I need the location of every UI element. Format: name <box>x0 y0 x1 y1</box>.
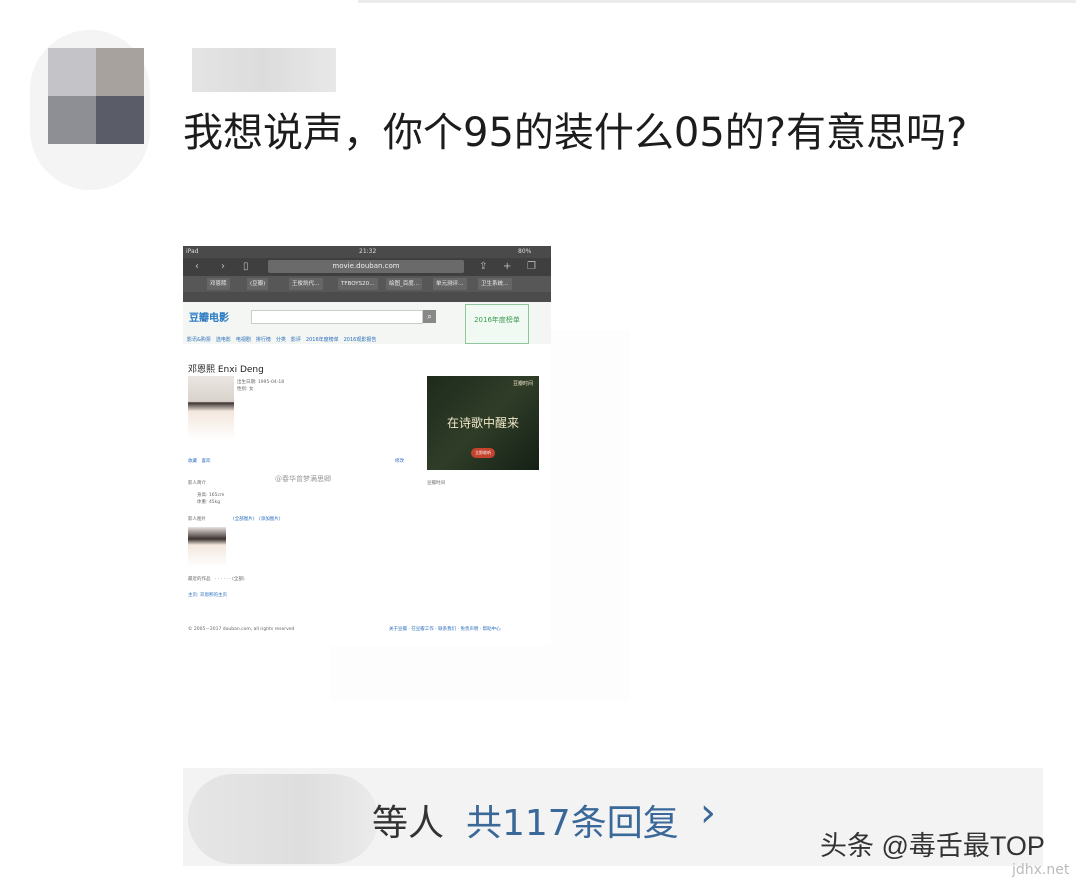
tab-item: 王俊凯代… <box>289 278 323 290</box>
top-divider <box>358 0 1076 3</box>
footer-links: 关于豆瓣 · 在豆瓣工作 · 联系我们 · 免责声明 · 帮助中心 <box>389 627 501 632</box>
site-watermark: jdhx.net <box>1012 862 1070 878</box>
chevron-right-icon[interactable]: › <box>700 790 716 836</box>
ad-button: 立即收听 <box>471 448 495 458</box>
person-name: 邓恩熙 Enxi Deng <box>188 365 264 375</box>
share-icon: ⇪ <box>479 261 488 272</box>
back-icon: ‹ <box>195 261 199 272</box>
footer-text: © 2005－2017 douban.com, all rights reser… <box>188 627 295 632</box>
promo-text: 2016年度榜单 <box>474 316 520 324</box>
device-label: iPad <box>186 248 199 255</box>
reply-people-label: 等人 <box>372 803 445 844</box>
ad-brand: 豆瓣时间 <box>512 381 533 387</box>
ad-banner: 豆瓣时间 在诗歌中醒来 立即收听 <box>427 376 539 470</box>
section-heading: 最近的作品 · · · · · · (全部) <box>188 577 245 582</box>
site-search-input <box>251 310 423 324</box>
search-icon: ⌕ <box>423 310 436 323</box>
toutiao-watermark: 头条 @毒舌最TOP <box>820 831 1045 861</box>
tab-item: 单元测评… <box>433 278 467 290</box>
tab-item: TFBOYS20… <box>338 278 378 290</box>
info-line: 性别: 女 <box>237 387 254 392</box>
section-heading: 影人简介 <box>188 481 206 486</box>
bookmarks-icon: ▯ <box>243 261 249 272</box>
reply-count-link[interactable]: 共117条回复 <box>466 794 679 846</box>
info-line: 身高: 165cm <box>197 493 225 498</box>
tab-item: 绘图_百度… <box>386 278 423 290</box>
status-time: 21:32 <box>359 248 377 255</box>
ipad-status-bar: iPad 21:32 80% <box>183 246 551 258</box>
ad-title: 在诗歌中醒来 <box>446 416 519 430</box>
url-field: movie.douban.com <box>268 260 464 273</box>
info-line: 体重: 45kg <box>197 500 221 505</box>
collect-link: 收藏 喜欢 <box>188 459 211 464</box>
photo-links: (全部图片) (添加图片) <box>233 517 281 522</box>
tabs-icon: ❐ <box>527 261 536 272</box>
tab-item: 卫生系统… <box>478 278 512 290</box>
tab-item: (豆瓣) <box>247 278 269 290</box>
person-thumb <box>188 527 226 567</box>
edit-link: 修改 <box>395 459 404 464</box>
promo-badge: 2016年度榜单 <box>465 304 529 344</box>
person-photo <box>188 376 234 440</box>
section-heading: 影人图片 <box>188 517 206 522</box>
embedded-screenshot[interactable]: iPad 21:32 80% ‹ › ▯ movie.douban.com ⇪ … <box>183 246 551 646</box>
tab-item: 邓恩熙 <box>207 278 230 290</box>
douban-movie-logo: 豆瓣电影 <box>189 313 229 324</box>
info-line: 出生日期: 1995-04-18 <box>237 380 285 385</box>
browser-tabs: 邓恩熙 (豆瓣) 王俊凯代… TFBOYS20… 绘图_百度… 单元测评… 卫生… <box>183 276 551 292</box>
weibo-watermark: @春华曾梦满思卿 <box>275 475 331 483</box>
replier-avatars-blurred <box>188 774 378 864</box>
site-subnav: 影讯&购票 选电影 电视剧 排行榜 分类 影评 2016年度榜单 2016观影报… <box>187 337 377 343</box>
link-line: 主页: 邓恩熙的主页 <box>188 593 227 598</box>
comment-text: 我想说声，你个95的装什么05的?有意思吗? <box>183 110 968 156</box>
ad-caption: 豆瓣时间 <box>427 481 445 486</box>
battery-level: 80% <box>518 248 532 255</box>
avatar[interactable] <box>48 48 144 144</box>
browser-toolbar: ‹ › ▯ movie.douban.com ⇪ + ❐ <box>183 258 551 276</box>
forward-icon: › <box>221 261 225 272</box>
new-tab-icon: + <box>503 261 512 272</box>
site-top-menu <box>183 292 551 302</box>
username-blurred[interactable] <box>192 48 336 92</box>
